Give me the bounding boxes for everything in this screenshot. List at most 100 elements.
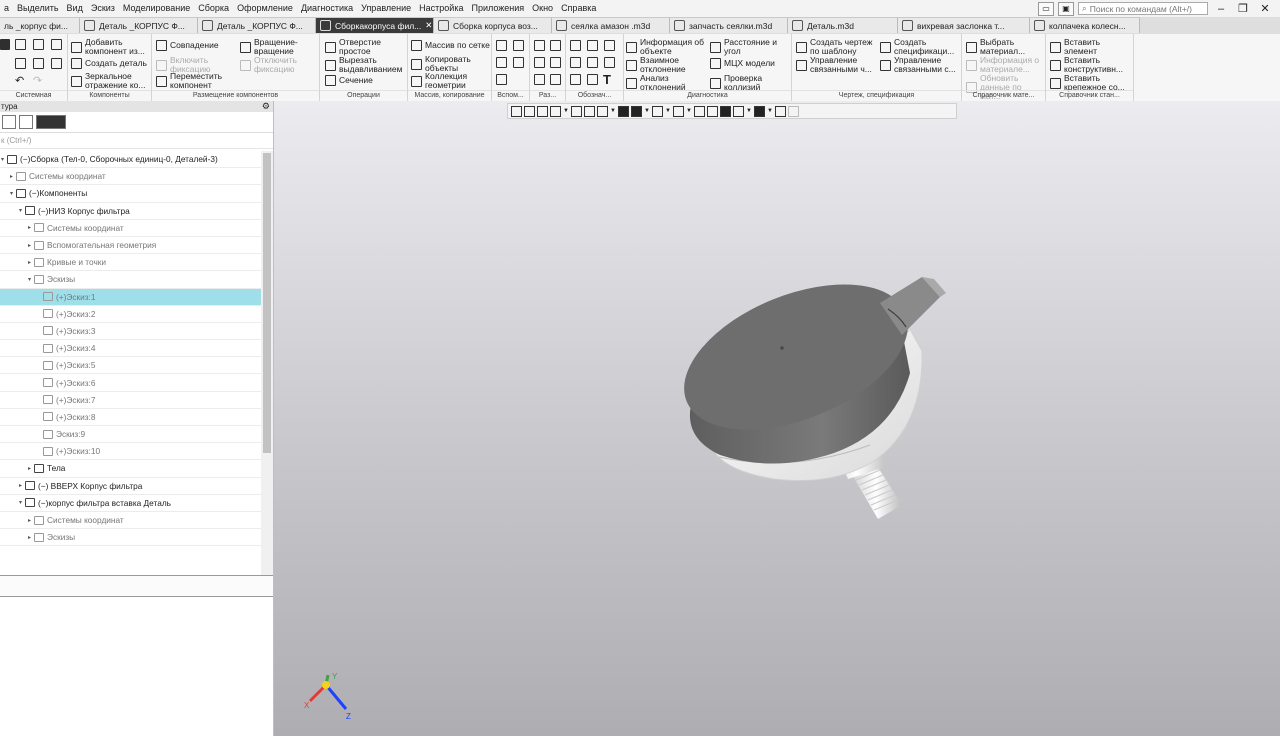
restore-icon[interactable]: ❐: [1234, 2, 1252, 15]
command-search-input[interactable]: ⌕ Поиск по командам (Alt+/): [1078, 2, 1208, 15]
tree-node[interactable]: ▸ (−) ВВЕРХ Корпус фильтра: [0, 478, 261, 495]
filter-assembly-model[interactable]: [274, 101, 1280, 736]
diameter-size-icon[interactable]: [550, 57, 561, 68]
tree-node[interactable]: (+)Эскиз:8: [0, 409, 261, 426]
axis-icon[interactable]: [513, 40, 524, 51]
menu-item[interactable]: Настройка: [415, 0, 467, 17]
angle-size-icon[interactable]: [550, 40, 561, 51]
tree-layers-icon[interactable]: [19, 115, 33, 129]
material-info-button[interactable]: Информация о материале...: [966, 56, 1040, 74]
choose-material-button[interactable]: Выбрать материал...: [966, 38, 1040, 56]
distance-angle-button[interactable]: Расстояние и угол: [710, 38, 788, 56]
tree-node[interactable]: ▾ Эскизы: [0, 271, 261, 289]
coincidence-button[interactable]: Совпадение: [156, 40, 219, 51]
tree-node[interactable]: ▾ (−)НИЗ Корпус фильтра: [0, 203, 261, 220]
print-icon[interactable]: [15, 58, 26, 69]
menu-item[interactable]: Вид: [63, 0, 87, 17]
weld-icon[interactable]: [587, 57, 598, 68]
tree-scrollbar[interactable]: [261, 151, 273, 575]
document-tab[interactable]: Сборкакорпуса фил... ✕: [316, 17, 434, 33]
tree-node[interactable]: (+)Эскиз:2: [0, 306, 261, 323]
rotation-button[interactable]: Вращение-вращение: [240, 38, 314, 56]
tree-node[interactable]: ▾ (−)Сборка (Тел-0, Сборочных единиц-0, Д…: [0, 151, 261, 169]
roughness-icon[interactable]: [570, 57, 581, 68]
open-folder-icon[interactable]: [33, 39, 44, 50]
tree-node[interactable]: ▸ Эскизы: [0, 529, 261, 547]
radius-size-icon[interactable]: [534, 57, 545, 68]
point-icon[interactable]: [496, 57, 507, 68]
tree-node[interactable]: (+)Эскиз:7: [0, 392, 261, 409]
tree-node[interactable]: Эскиз:9: [0, 426, 261, 444]
preview-icon[interactable]: [33, 58, 44, 69]
document-tab[interactable]: Деталь _КОРПУС Ф...: [80, 17, 198, 33]
menu-item[interactable]: Управление: [357, 0, 415, 17]
hole-button[interactable]: Отверстие простое: [325, 38, 399, 56]
close-icon[interactable]: ✕: [1256, 2, 1274, 15]
mutual-deviation-button[interactable]: Взаимное отклонение: [626, 56, 698, 74]
app-menu-icon[interactable]: [0, 39, 10, 50]
mcx-model-button[interactable]: МЦХ модели: [710, 58, 775, 69]
tree-node[interactable]: (+)Эскиз:1: [0, 288, 261, 306]
tree-scrollbar-thumb[interactable]: [263, 153, 271, 453]
create-specification-button[interactable]: Создать спецификаци...: [880, 38, 960, 56]
menu-item[interactable]: Справка: [557, 0, 600, 17]
move-component-button[interactable]: Переместить компонент: [156, 72, 230, 90]
redo-icon[interactable]: ↷: [33, 74, 42, 87]
tree-structure-icon[interactable]: [2, 115, 16, 129]
insert-element-button[interactable]: Вставить элемент: [1050, 38, 1128, 56]
document-tab[interactable]: Сборка корпуса воз...: [434, 17, 552, 33]
new-document-icon[interactable]: [15, 39, 26, 50]
create-drawing-button[interactable]: Создать чертеж по шаблону: [796, 38, 876, 56]
menu-item[interactable]: Эскиз: [87, 0, 119, 17]
create-part-button[interactable]: Создать деталь: [71, 58, 147, 69]
save-all-icon[interactable]: [51, 58, 62, 69]
object-info-button[interactable]: Информация об объекте: [626, 38, 706, 56]
minimize-icon[interactable]: –: [1212, 3, 1230, 15]
menu-item[interactable]: Выделить: [13, 0, 63, 17]
tree-node[interactable]: ▸ Системы координат: [0, 512, 261, 530]
tree-node[interactable]: ▸ Вспомогательная геометрия: [0, 237, 261, 255]
cut-extrude-button[interactable]: Вырезать выдавливанием: [325, 56, 409, 74]
section-button[interactable]: Сечение: [325, 75, 373, 86]
base-icon[interactable]: [587, 40, 598, 51]
tree-search-input[interactable]: к (Ctrl+/): [0, 133, 273, 149]
tree-node[interactable]: ▾ (−)корпус фильтра вставка Деталь: [0, 495, 261, 512]
leader-icon[interactable]: [570, 40, 581, 51]
tolerance-icon[interactable]: [604, 40, 615, 51]
tree-node[interactable]: ▸ Системы координат: [0, 168, 261, 186]
menu-item[interactable]: Оформление: [233, 0, 297, 17]
mirror-component-button[interactable]: Зеркальное отражение ко...: [71, 72, 149, 90]
save-icon[interactable]: [51, 39, 62, 50]
add-component-button[interactable]: Добавить компонент из...: [71, 38, 151, 56]
tree-node[interactable]: (+)Эскиз:3: [0, 323, 261, 341]
menu-item[interactable]: Сборка: [194, 0, 233, 17]
tree-node[interactable]: ▾ (−)Компоненты: [0, 185, 261, 203]
tree-node[interactable]: ▸ Тела: [0, 460, 261, 478]
plane-icon[interactable]: [496, 40, 507, 51]
screen-toggle-button[interactable]: ▣: [1058, 1, 1074, 16]
geometry-collection-button[interactable]: Коллекция геометрии: [411, 72, 481, 90]
menu-item[interactable]: Диагностика: [297, 0, 357, 17]
menu-item[interactable]: Окно: [528, 0, 557, 17]
document-tab[interactable]: колпачека колесн...: [1030, 17, 1140, 33]
menu-item[interactable]: Моделирование: [119, 0, 194, 17]
manage-linked-drawings-button[interactable]: Управление связанными ч...: [796, 56, 876, 74]
document-tab[interactable]: ль _корпус фи...: [0, 17, 80, 33]
close-tab-icon[interactable]: ✕: [421, 20, 432, 31]
disable-fix-button[interactable]: Отключить фиксацию: [240, 56, 304, 74]
text-icon[interactable]: T: [603, 72, 611, 87]
arc-size-icon[interactable]: [550, 74, 561, 85]
menu-item[interactable]: а: [0, 0, 13, 17]
document-tab[interactable]: Деталь.m3d: [788, 17, 898, 33]
3d-viewport[interactable]: ▼ ▼ ▼ ▼ ▼ ▼ ▼ X Y Z: [274, 101, 1280, 736]
document-tab[interactable]: Деталь _КОРПУС Ф...: [198, 17, 316, 33]
tree-node[interactable]: (+)Эскиз:4: [0, 340, 261, 358]
mark-icon[interactable]: [604, 57, 615, 68]
position-icon[interactable]: [570, 74, 581, 85]
linear-size-icon[interactable]: [534, 40, 545, 51]
menu-item[interactable]: Приложения: [467, 0, 528, 17]
chamfer-size-icon[interactable]: [534, 74, 545, 85]
document-tab[interactable]: вихревая заслонка т...: [898, 17, 1030, 33]
cut-line-icon[interactable]: [587, 74, 598, 85]
undo-icon[interactable]: ↶: [15, 74, 24, 87]
